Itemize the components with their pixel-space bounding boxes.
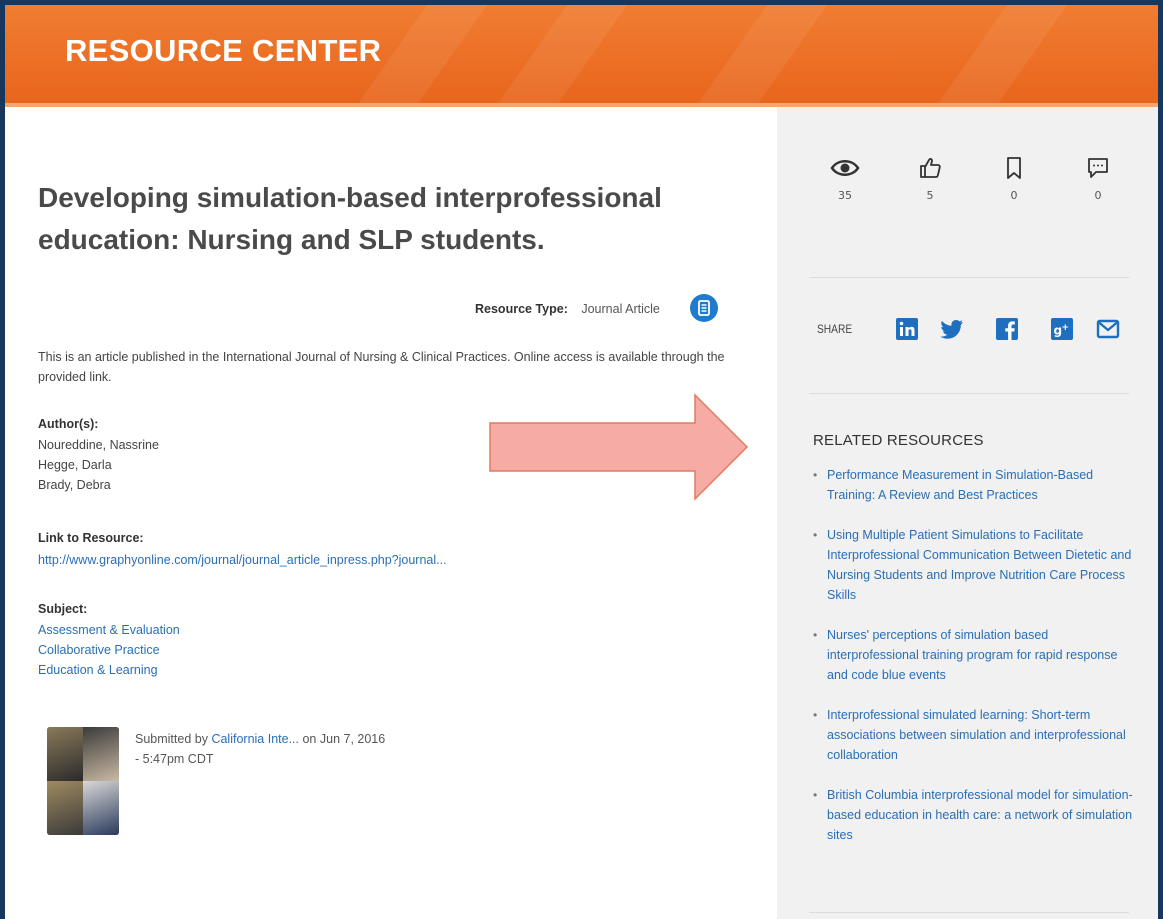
comment-icon <box>1088 158 1108 178</box>
twitter-icon[interactable] <box>940 317 964 341</box>
sidebar-divider <box>809 277 1129 278</box>
likes-count: 5 <box>926 189 934 202</box>
views-stat: 35 <box>815 155 875 202</box>
resource-type-value: Journal Article <box>581 302 660 316</box>
document-icon <box>690 294 718 322</box>
related-resource-link[interactable]: Interprofessional simulated learning: Sh… <box>813 705 1133 765</box>
sidebar: 35 5 0 0 SHARE g + RELATED RESOURCES • P… <box>777 107 1158 919</box>
article-title: Developing simulation-based interprofess… <box>38 182 662 255</box>
submitter-link[interactable]: California Inte... <box>211 732 299 746</box>
subject-link[interactable]: Education & Learning <box>38 660 180 680</box>
related-resource-link[interactable]: Nurses' perceptions of simulation based … <box>813 625 1133 685</box>
google-plus-icon[interactable]: g + <box>1050 317 1074 341</box>
submitted-time: - 5:47pm CDT <box>135 752 214 766</box>
author-item: Noureddine, Nassrine <box>38 438 159 452</box>
submitted-date: on Jun 7, 2016 <box>302 732 386 746</box>
likes-stat[interactable]: 5 <box>900 155 960 202</box>
share-label: SHARE <box>817 322 853 336</box>
annotation-arrow <box>489 393 749 501</box>
views-count: 35 <box>838 189 852 202</box>
author-item: Brady, Debra <box>38 478 111 492</box>
author-item: Hegge, Darla <box>38 458 112 472</box>
article-description: This is an article published in the Inte… <box>38 350 725 384</box>
thumbs-up-icon <box>920 158 941 178</box>
related-resources-heading: RELATED RESOURCES <box>813 432 984 449</box>
sidebar-divider <box>809 393 1129 394</box>
email-icon[interactable] <box>1096 317 1120 341</box>
sidebar-divider <box>809 912 1129 913</box>
submitter-avatar[interactable] <box>47 727 119 835</box>
link-label: Link to Resource: <box>38 531 144 545</box>
comments-stat[interactable]: 0 <box>1068 155 1128 202</box>
header-banner: RESOURCE CENTER <box>5 5 1158 103</box>
submission-info: Submitted by California Inte... on Jun 7… <box>135 729 455 769</box>
page-title: RESOURCE CENTER <box>65 33 382 68</box>
eye-icon <box>830 160 860 176</box>
related-resources-list: Performance Measurement in Simulation-Ba… <box>813 465 1133 865</box>
subject-link[interactable]: Assessment & Evaluation <box>38 620 180 640</box>
linkedin-icon[interactable] <box>895 317 919 341</box>
related-resource-link[interactable]: Using Multiple Patient Simulations to Fa… <box>813 525 1133 605</box>
subject-link[interactable]: Collaborative Practice <box>38 640 180 660</box>
related-resource-link[interactable]: Performance Measurement in Simulation-Ba… <box>813 465 1133 505</box>
stats-row: 35 5 0 0 <box>777 155 1158 215</box>
resource-type-label: Resource Type: <box>475 302 568 316</box>
subject-list: Assessment & Evaluation Collaborative Pr… <box>38 620 180 680</box>
submitted-prefix: Submitted by <box>135 732 208 746</box>
comments-count: 0 <box>1094 189 1102 202</box>
authors-label: Author(s): <box>38 417 99 431</box>
facebook-icon[interactable] <box>995 317 1019 341</box>
bookmark-icon <box>1007 157 1021 179</box>
svg-text:+: + <box>1062 323 1070 333</box>
subject-label: Subject: <box>38 602 88 616</box>
authors-list: Noureddine, Nassrine Hegge, Darla Brady,… <box>38 435 159 495</box>
related-resource-link[interactable]: British Columbia interprofessional model… <box>813 785 1133 845</box>
page-frame: RESOURCE CENTER Developing simulation-ba… <box>0 0 1163 919</box>
bookmarks-count: 0 <box>1010 189 1018 202</box>
resource-type: Resource Type: Journal Article <box>475 302 660 316</box>
resource-link[interactable]: http://www.graphyonline.com/journal/jour… <box>38 550 447 570</box>
bookmarks-stat[interactable]: 0 <box>984 155 1044 202</box>
